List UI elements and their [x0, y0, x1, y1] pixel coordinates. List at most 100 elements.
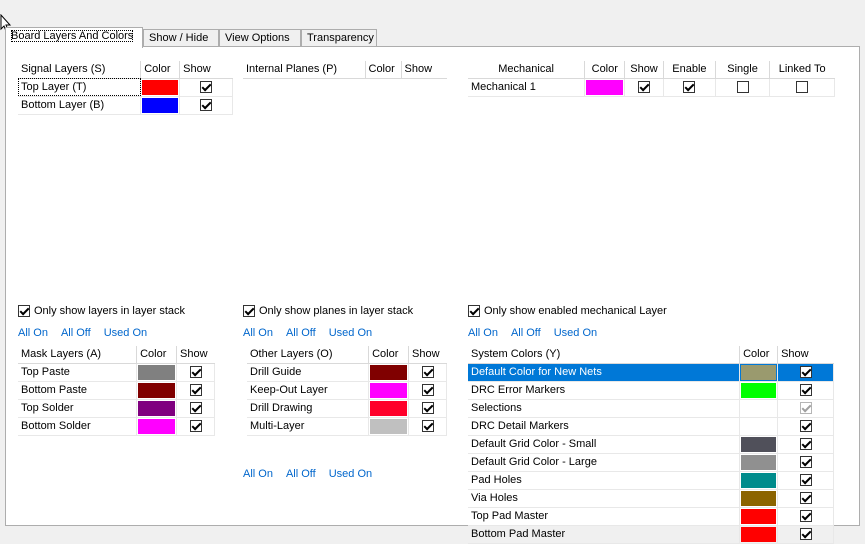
- checkbox-icon[interactable]: [200, 99, 213, 112]
- checkbox-icon[interactable]: [189, 384, 202, 397]
- checkbox-icon[interactable]: [799, 510, 812, 523]
- table-row[interactable]: Drill Guide: [247, 363, 447, 382]
- checkbox-icon[interactable]: [799, 438, 812, 451]
- checkbox-icon[interactable]: [799, 492, 812, 505]
- checkbox-icon[interactable]: [736, 81, 749, 94]
- checkbox-icon[interactable]: [189, 366, 202, 379]
- checkbox-icon[interactable]: [421, 420, 434, 433]
- column-header[interactable]: Color: [368, 346, 410, 364]
- color-swatch[interactable]: [741, 472, 777, 488]
- checkbox-icon[interactable]: [421, 384, 434, 397]
- checkbox-icon[interactable]: [18, 305, 30, 318]
- all-off-link[interactable]: All Off: [61, 327, 91, 339]
- all-on-link[interactable]: All On: [243, 468, 273, 480]
- table-row[interactable]: Default Grid Color - Large: [468, 453, 834, 472]
- column-header[interactable]: Show: [176, 346, 215, 364]
- color-swatch[interactable]: [741, 454, 777, 470]
- tab-show-hide[interactable]: Show / Hide: [143, 29, 219, 47]
- table-row[interactable]: Multi-Layer: [247, 417, 447, 436]
- column-header[interactable]: System Colors (Y): [468, 346, 741, 364]
- column-header[interactable]: Single: [715, 61, 770, 79]
- column-header[interactable]: Show: [179, 61, 233, 79]
- only-show-enabled-mechanical-option[interactable]: Only show enabled mechanical Layer: [468, 305, 688, 321]
- used-on-link[interactable]: Used On: [329, 468, 372, 480]
- table-row[interactable]: Top Paste: [18, 363, 215, 382]
- only-show-planes-option[interactable]: Only show planes in layer stack: [243, 305, 415, 321]
- table-row[interactable]: DRC Detail Markers: [468, 417, 834, 436]
- color-swatch[interactable]: [138, 382, 176, 398]
- all-on-link[interactable]: All On: [468, 327, 498, 339]
- table-row[interactable]: Default Color for New Nets: [468, 363, 834, 382]
- column-header[interactable]: Enable: [663, 61, 717, 79]
- all-off-link[interactable]: All Off: [286, 327, 316, 339]
- checkbox-icon[interactable]: [799, 420, 812, 433]
- column-header[interactable]: Show: [408, 346, 447, 364]
- checkbox-icon[interactable]: [799, 528, 812, 541]
- checkbox-icon[interactable]: [189, 402, 202, 415]
- column-header[interactable]: Color: [140, 61, 181, 79]
- all-on-link[interactable]: All On: [243, 327, 273, 339]
- checkbox-icon[interactable]: [421, 402, 434, 415]
- table-row[interactable]: Top Pad Master: [468, 507, 834, 526]
- checkbox-icon[interactable]: [189, 420, 202, 433]
- only-show-layers-option[interactable]: Only show layers in layer stack: [18, 305, 190, 321]
- color-swatch[interactable]: [741, 382, 777, 398]
- all-off-link[interactable]: All Off: [511, 327, 541, 339]
- color-swatch[interactable]: [370, 400, 408, 416]
- table-row[interactable]: Bottom Solder: [18, 417, 215, 436]
- color-swatch[interactable]: [138, 400, 176, 416]
- table-row[interactable]: Drill Drawing: [247, 399, 447, 418]
- table-row[interactable]: Pad Holes: [468, 471, 834, 490]
- checkbox-icon[interactable]: [638, 81, 650, 94]
- checkbox-icon[interactable]: [799, 456, 812, 469]
- checkbox-icon[interactable]: [200, 81, 213, 94]
- color-swatch[interactable]: [142, 97, 179, 113]
- checkbox-icon[interactable]: [683, 81, 696, 94]
- checkbox-icon[interactable]: [795, 81, 808, 94]
- column-header[interactable]: Other Layers (O): [247, 346, 370, 364]
- color-swatch[interactable]: [586, 79, 624, 95]
- column-header[interactable]: Show: [624, 61, 664, 79]
- color-swatch[interactable]: [370, 382, 408, 398]
- column-header[interactable]: Color: [584, 61, 626, 79]
- column-header[interactable]: Linked To: [769, 61, 835, 79]
- checkbox-icon[interactable]: [799, 384, 812, 397]
- table-row[interactable]: Selections: [468, 399, 834, 418]
- column-header[interactable]: Color: [739, 346, 779, 364]
- table-row[interactable]: Bottom Paste: [18, 381, 215, 400]
- tab-board-layers-and-colors[interactable]: Board Layers And Colors: [5, 27, 143, 48]
- column-header[interactable]: Show: [401, 61, 447, 79]
- color-swatch[interactable]: [370, 364, 408, 380]
- color-swatch[interactable]: [370, 418, 408, 434]
- table-row[interactable]: Keep-Out Layer: [247, 381, 447, 400]
- column-header[interactable]: Signal Layers (S): [18, 61, 142, 79]
- color-swatch[interactable]: [741, 526, 777, 542]
- color-swatch[interactable]: [741, 418, 777, 434]
- color-swatch[interactable]: [142, 79, 179, 95]
- table-row[interactable]: DRC Error Markers: [468, 381, 834, 400]
- checkbox-icon[interactable]: [799, 474, 812, 487]
- all-on-link[interactable]: All On: [18, 327, 48, 339]
- color-swatch[interactable]: [138, 418, 176, 434]
- tab-transparency[interactable]: Transparency: [301, 29, 377, 47]
- checkbox-icon[interactable]: [468, 305, 480, 318]
- column-header[interactable]: Mechanical: [468, 61, 586, 79]
- color-swatch[interactable]: [138, 364, 176, 380]
- tab-view-options[interactable]: View Options: [219, 29, 301, 47]
- used-on-link[interactable]: Used On: [329, 327, 372, 339]
- color-swatch[interactable]: [741, 364, 777, 380]
- checkbox-icon[interactable]: [243, 305, 255, 318]
- table-row[interactable]: Via Holes: [468, 489, 834, 508]
- color-swatch[interactable]: [741, 490, 777, 506]
- checkbox-icon[interactable]: [799, 402, 812, 415]
- table-row[interactable]: Bottom Pad Master: [468, 525, 834, 544]
- checkbox-icon[interactable]: [799, 366, 812, 379]
- color-swatch[interactable]: [741, 508, 777, 524]
- table-row[interactable]: Top Layer (T): [18, 78, 233, 97]
- table-row[interactable]: Top Solder: [18, 399, 215, 418]
- table-row[interactable]: Mechanical 1: [468, 78, 836, 97]
- column-header[interactable]: Color: [136, 346, 178, 364]
- used-on-link[interactable]: Used On: [104, 327, 147, 339]
- checkbox-icon[interactable]: [421, 366, 434, 379]
- column-header[interactable]: Color: [365, 61, 402, 79]
